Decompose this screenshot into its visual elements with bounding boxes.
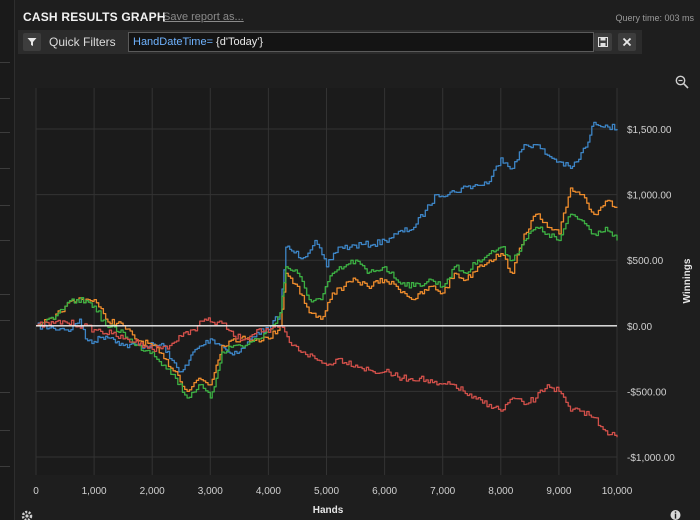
y-tick-label: $0.00 <box>627 322 652 333</box>
y-tick-label: -$1,000.00 <box>627 453 675 464</box>
x-tick-label: 4,000 <box>256 486 281 497</box>
x-tick-label: 0 <box>33 486 39 497</box>
x-tick-label: 2,000 <box>140 486 165 497</box>
x-tick-label: 9,000 <box>546 486 571 497</box>
gear-icon[interactable] <box>20 509 34 520</box>
y-tick-label: $1,000.00 <box>627 191 672 202</box>
y-axis-title: Winnings <box>682 258 693 303</box>
y-tick-label: $1,500.00 <box>627 125 672 136</box>
x-tick-label: 6,000 <box>372 486 397 497</box>
x-tick-label: 5,000 <box>314 486 339 497</box>
x-tick-label: 8,000 <box>488 486 513 497</box>
x-tick-label: 3,000 <box>198 486 223 497</box>
y-tick-label: $500.00 <box>627 256 664 267</box>
x-tick-label: 10,000 <box>602 486 633 497</box>
x-tick-label: 7,000 <box>430 486 455 497</box>
x-axis-title: Hands <box>313 505 344 516</box>
y-tick-label: -$500.00 <box>627 387 667 398</box>
x-tick-label: 1,000 <box>82 486 107 497</box>
results-chart: 0 1,000 2,000 3,000 4,000 5,000 6,000 7,000 8,00… <box>33 88 693 516</box>
info-icon[interactable] <box>670 509 681 520</box>
